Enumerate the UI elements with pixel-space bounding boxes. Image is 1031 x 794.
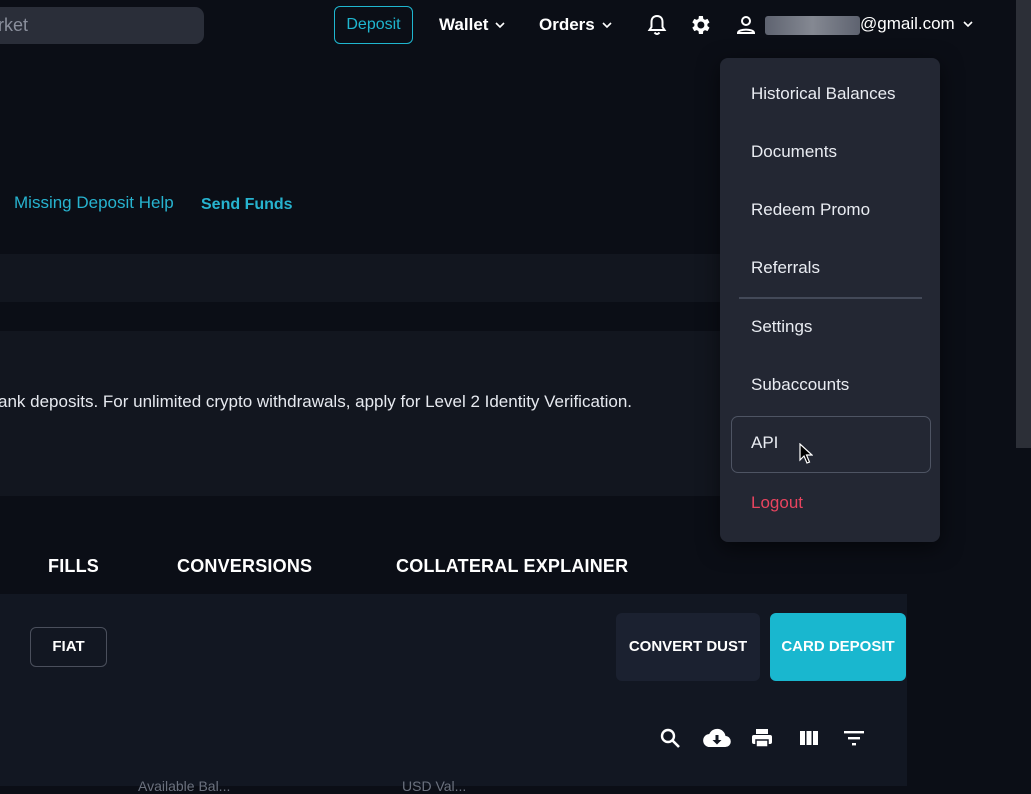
bell-icon[interactable]: [645, 13, 669, 37]
column-header-available-balance[interactable]: Available Bal...: [138, 778, 230, 794]
wallet-menu[interactable]: Wallet: [439, 14, 506, 36]
convert-dust-button[interactable]: CONVERT DUST: [616, 613, 760, 681]
email-label: @gmail.com: [860, 14, 955, 33]
download-icon[interactable]: [703, 726, 731, 750]
chevron-down-icon: [963, 21, 973, 28]
column-header-usd-value[interactable]: USD Val...: [402, 778, 466, 794]
verification-text: ank deposits. For unlimited crypto withd…: [0, 392, 633, 411]
gear-icon[interactable]: [688, 13, 712, 37]
deposit-button[interactable]: Deposit: [334, 6, 413, 44]
card-deposit-button[interactable]: CARD DEPOSIT: [770, 613, 906, 681]
menu-item-documents[interactable]: Documents: [751, 142, 837, 162]
search-icon[interactable]: [658, 726, 682, 750]
mouse-cursor-icon: [799, 443, 813, 464]
filter-icon[interactable]: [842, 726, 866, 750]
chevron-down-icon: [495, 22, 506, 29]
tab-conversions[interactable]: CONVERSIONS: [177, 556, 312, 577]
menu-divider: [739, 297, 922, 299]
menu-item-historical-balances[interactable]: Historical Balances: [751, 84, 896, 104]
columns-icon[interactable]: [797, 726, 821, 750]
orders-label: Orders: [539, 15, 595, 34]
menu-item-referrals[interactable]: Referrals: [751, 258, 820, 278]
print-icon[interactable]: [750, 726, 774, 750]
scrollbar[interactable]: [1016, 0, 1031, 448]
orders-menu[interactable]: Orders: [539, 14, 613, 36]
account-menu[interactable]: @gmail.com: [860, 14, 974, 34]
fiat-filter-button[interactable]: FIAT: [30, 627, 107, 667]
wallet-label: Wallet: [439, 15, 489, 34]
missing-deposit-link[interactable]: Missing Deposit Help: [14, 193, 174, 213]
menu-item-subaccounts[interactable]: Subaccounts: [751, 375, 849, 395]
email-redacted: [765, 16, 860, 35]
user-icon[interactable]: [734, 13, 758, 37]
send-funds-link[interactable]: Send Funds: [201, 196, 293, 214]
tab-fills[interactable]: FILLS: [48, 556, 99, 577]
tab-collateral-explainer[interactable]: COLLATERAL EXPLAINER: [396, 556, 628, 577]
menu-item-settings[interactable]: Settings: [751, 317, 812, 337]
menu-item-redeem-promo[interactable]: Redeem Promo: [751, 200, 870, 220]
chevron-down-icon: [602, 22, 612, 29]
menu-item-api[interactable]: API: [751, 433, 778, 453]
search-input[interactable]: arket: [0, 7, 204, 44]
menu-item-logout[interactable]: Logout: [751, 493, 803, 513]
account-dropdown-menu: Historical Balances Documents Redeem Pro…: [720, 58, 940, 542]
